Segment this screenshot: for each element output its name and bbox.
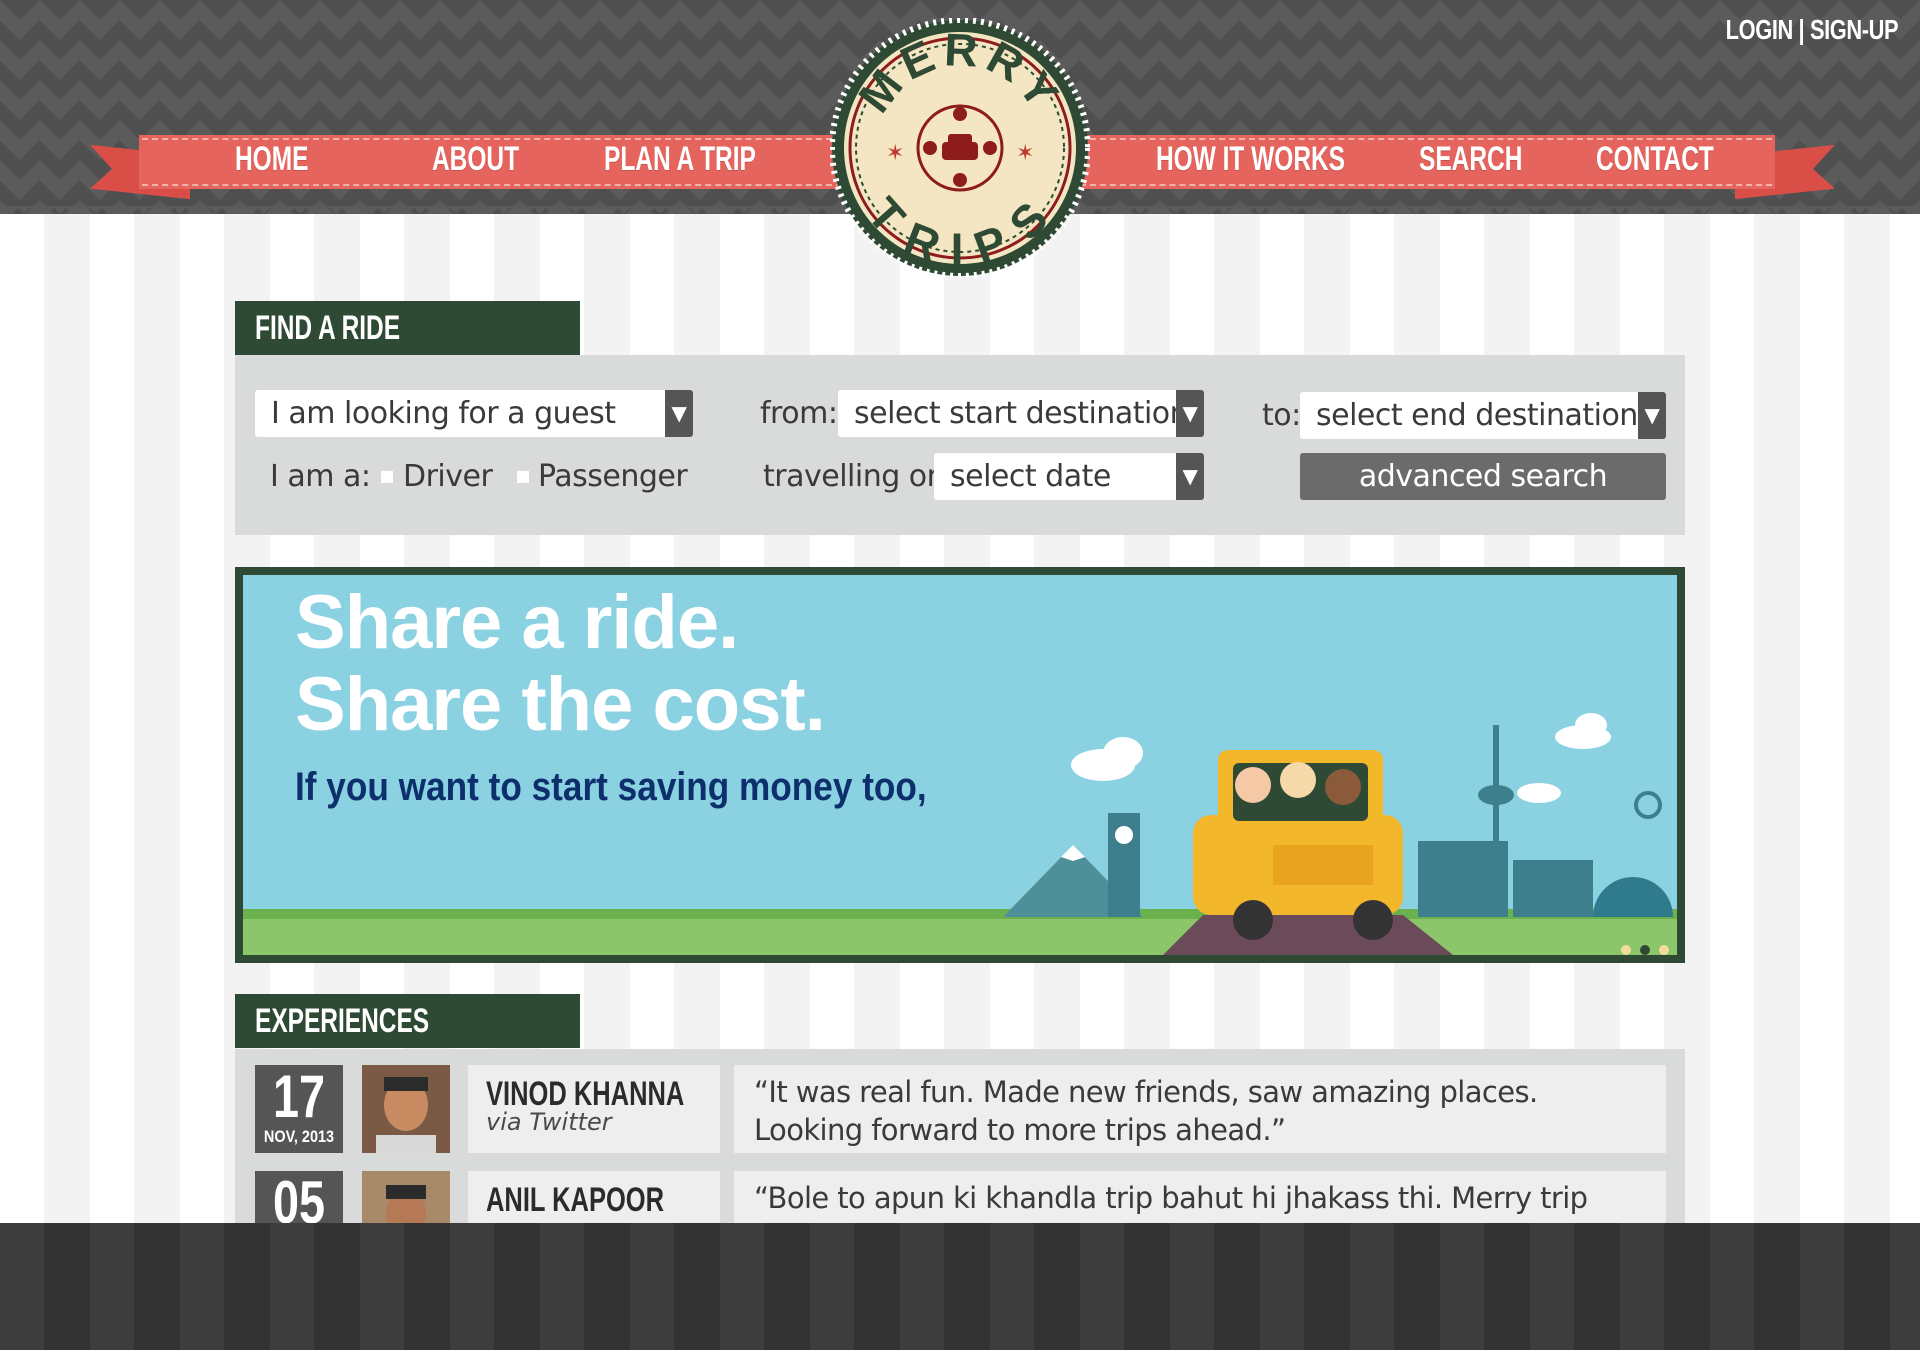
cloud-icon: [1103, 737, 1143, 769]
experience-author-card: ANIL KAPOOR: [468, 1171, 720, 1224]
banner-headline-2: Share the cost.: [295, 662, 826, 747]
person-icon: [983, 141, 997, 155]
footer: [0, 1223, 1920, 1350]
experience-quote: “It was real fun. Made new friends, saw …: [734, 1065, 1666, 1153]
find-ride-panel: [235, 355, 1685, 535]
wheel: [1353, 900, 1393, 940]
passenger-checkbox[interactable]: [517, 471, 529, 483]
to-label: to:: [1262, 398, 1301, 433]
login-signup-link[interactable]: LOGIN | SIGN-UP: [1725, 14, 1898, 46]
nav-how-it-works[interactable]: HOW IT WORKS: [1156, 140, 1345, 179]
banner-subline: If you want to start saving money too,: [295, 765, 927, 809]
avatar: [362, 1065, 450, 1153]
date-day: 17: [272, 1063, 326, 1130]
cloud-icon: [1575, 713, 1607, 737]
mode-select-value: I am looking for a guest: [271, 396, 616, 431]
triangle-down-icon: ▼: [665, 390, 693, 437]
passenger-face: [1235, 767, 1271, 803]
author-name[interactable]: ANIL KAPOOR: [486, 1181, 664, 1220]
gear-icon: [1634, 791, 1662, 819]
passenger-label[interactable]: Passenger: [538, 453, 688, 500]
date-select[interactable]: select date ▼: [934, 453, 1204, 500]
advanced-search-button[interactable]: advanced search: [1300, 453, 1666, 500]
car-grille: [1273, 845, 1373, 885]
author-name[interactable]: VINOD KHANNA: [486, 1075, 684, 1114]
date-badge: 05: [255, 1171, 343, 1224]
wheel: [1233, 900, 1273, 940]
driver-label[interactable]: Driver: [403, 453, 493, 500]
banner-headline-1: Share a ride.: [295, 580, 739, 665]
experience-author-card: VINOD KHANNA via Twitter: [468, 1065, 720, 1153]
driver-checkbox[interactable]: [381, 471, 393, 483]
person-icon: [953, 107, 967, 121]
sky-tower: [1493, 725, 1499, 917]
avatar: [362, 1171, 450, 1224]
experiences-panel: 17 NOV, 2013 VINOD KHANNA via Twitter “I…: [235, 1049, 1685, 1224]
nav-search[interactable]: SEARCH: [1419, 140, 1522, 179]
experiences-title: EXPERIENCES: [235, 994, 580, 1048]
find-a-ride-title: FIND A RIDE: [235, 301, 580, 355]
star-icon: ✶: [886, 141, 904, 166]
person-icon: [953, 173, 967, 187]
promo-banner-slide[interactable]: Share a ride. Share the cost. If you wan…: [243, 575, 1677, 955]
start-destination-value: select start destination: [854, 396, 1189, 431]
triangle-down-icon: ▼: [1176, 453, 1204, 500]
triangle-down-icon: ▼: [1638, 392, 1666, 439]
travelling-on-label: travelling on:: [763, 459, 955, 494]
cloud-icon: [1517, 783, 1561, 803]
merry-trips-logo[interactable]: MERRY TRIPS ✶ ✶: [830, 18, 1090, 278]
sky-tower-top: [1478, 785, 1514, 805]
date-month-year: NOV, 2013: [263, 1127, 335, 1146]
passenger-face: [1325, 769, 1361, 805]
mode-select[interactable]: I am looking for a guest ▼: [255, 390, 693, 437]
slide-dot-2[interactable]: [1640, 945, 1650, 955]
person-icon: [923, 141, 937, 155]
dome-building: [1593, 877, 1673, 917]
nav-about[interactable]: ABOUT: [432, 140, 519, 179]
passenger-face: [1280, 762, 1316, 798]
car-roof-icon: [948, 134, 972, 146]
end-destination-select[interactable]: select end destination ▼: [1300, 392, 1666, 439]
building: [1513, 860, 1593, 917]
date-select-value: select date: [950, 459, 1111, 494]
end-destination-value: select end destination: [1316, 398, 1638, 433]
triangle-down-icon: ▼: [1176, 390, 1204, 437]
role-label: I am a:: [270, 459, 371, 494]
grass: [243, 915, 1677, 955]
experience-quote: “Bole to apun ki khandla trip bahut hi j…: [734, 1171, 1666, 1224]
date-badge: 17 NOV, 2013: [255, 1065, 343, 1153]
date-day: 05: [272, 1169, 326, 1225]
start-destination-select[interactable]: select start destination ▼: [838, 390, 1204, 437]
slide-dot-1[interactable]: [1621, 945, 1631, 955]
avatar-photo: [362, 1065, 450, 1153]
promo-banner: Share a ride. Share the cost. If you wan…: [235, 567, 1685, 963]
nav-plan-a-trip[interactable]: PLAN A TRIP: [604, 140, 756, 179]
road: [1163, 915, 1453, 955]
slide-dot-3[interactable]: [1659, 945, 1669, 955]
from-label: from:: [760, 396, 838, 431]
star-icon: ✶: [1016, 141, 1034, 166]
nav-home[interactable]: HOME: [235, 140, 308, 179]
clock-icon: [1115, 826, 1133, 844]
avatar-photo: [362, 1171, 450, 1224]
nav-contact[interactable]: CONTACT: [1596, 140, 1714, 179]
